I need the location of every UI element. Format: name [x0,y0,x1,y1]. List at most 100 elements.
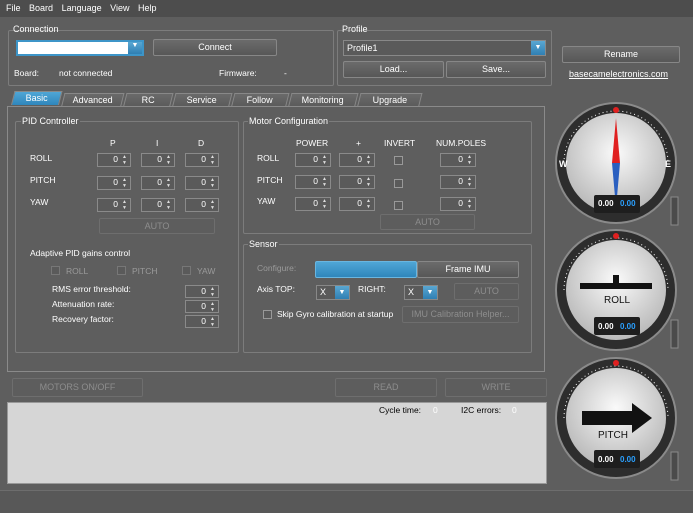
tab-service[interactable]: Service [172,93,233,107]
connect-button[interactable]: Connect [153,39,277,56]
spin-arrows-icon[interactable]: ▲ ▼ [465,198,474,210]
i2c-errors-label: I2C errors: [461,405,502,415]
spin-arrows-icon[interactable]: ▲ ▼ [208,154,217,166]
pid-auto-button[interactable]: AUTO [99,218,215,234]
menu-help[interactable]: Help [138,0,157,17]
website-link[interactable]: basecamelectronics.com [569,69,668,79]
axis-right-value: X [408,287,415,297]
spin-arrows-icon[interactable]: ▲ ▼ [320,154,329,166]
spin-arrows-icon[interactable]: ▲ ▼ [320,198,329,210]
pid-yaw-i[interactable]: 0 ▲ ▼ [141,198,175,212]
adaptive-roll-checkbox[interactable] [51,266,60,275]
rms-input[interactable]: 0 ▲ ▼ [185,285,219,298]
roll-value-2: 0.00 [620,322,636,331]
spin-arrows-icon[interactable]: ▲ ▼ [320,176,329,188]
spin-arrows-icon[interactable]: ▲ ▼ [208,301,217,312]
pid-yaw-p[interactable]: 0 ▲ ▼ [97,198,131,212]
motor-roll-poles[interactable]: 0 ▲ ▼ [440,153,476,167]
spin-arrows-icon[interactable]: ▲ ▼ [364,198,373,210]
motor-auto-button[interactable]: AUTO [380,214,475,230]
attenuation-input[interactable]: 0 ▲ ▼ [185,300,219,313]
rename-button[interactable]: Rename [562,46,680,63]
motor-pitch-plus[interactable]: 0 ▲ ▼ [339,175,375,189]
chevron-down-icon[interactable]: ▼ [335,286,349,299]
motor-row-label: PITCH [257,175,283,185]
recovery-label: Recovery factor: [52,314,114,324]
yaw-level-bar [670,196,679,226]
adaptive-pitch-label: PITCH [132,266,158,276]
recovery-input[interactable]: 0 ▲ ▼ [185,315,219,328]
pid-roll-p[interactable]: 0 ▲ ▼ [97,153,131,167]
spin-arrows-icon[interactable]: ▲ ▼ [164,154,173,166]
save-button[interactable]: Save... [446,61,546,78]
roll-label: ROLL [604,295,631,306]
motor-row-label: ROLL [257,153,280,163]
menu-file[interactable]: File [6,0,21,17]
pid-pitch-p[interactable]: 0 ▲ ▼ [97,176,131,190]
motor-col-plus: + [356,138,361,148]
motor-yaw-power[interactable]: 0 ▲ ▼ [295,197,331,211]
skip-gyro-checkbox[interactable] [263,310,272,319]
axis-top-select[interactable]: X ▼ [316,285,350,300]
spin-arrows-icon[interactable]: ▲ ▼ [208,199,217,211]
spin-arrows-icon[interactable]: ▲ ▼ [364,154,373,166]
tab-rc[interactable]: RC [123,93,174,107]
motor-pitch-invert-checkbox[interactable] [394,179,403,188]
motor-roll-invert-checkbox[interactable] [394,156,403,165]
motor-yaw-poles[interactable]: 0 ▲ ▼ [440,197,476,211]
yaw-value-1: 0.00 [598,199,614,208]
motor-roll-plus[interactable]: 0 ▲ ▼ [339,153,375,167]
spin-arrows-icon[interactable]: ▲ ▼ [164,177,173,189]
pid-roll-i[interactable]: 0 ▲ ▼ [141,153,175,167]
imu-calibration-helper-button[interactable]: IMU Calibration Helper... [402,306,519,323]
pid-roll-d[interactable]: 0 ▲ ▼ [185,153,219,167]
pid-pitch-d[interactable]: 0 ▲ ▼ [185,176,219,190]
motor-col-power: POWER [296,138,329,148]
menu-language[interactable]: Language [62,0,102,17]
spin-arrows-icon[interactable]: ▲ ▼ [208,177,217,189]
tab-advanced[interactable]: Advanced [61,93,125,107]
tab-monitoring[interactable]: Monitoring [288,93,359,107]
load-button[interactable]: Load... [343,61,444,78]
write-button[interactable]: WRITE [445,378,547,397]
status-bar [0,490,693,513]
menu-board[interactable]: Board [29,0,53,17]
spin-arrows-icon[interactable]: ▲ ▼ [364,176,373,188]
spin-arrows-icon[interactable]: ▲ ▼ [208,316,217,327]
adaptive-pitch-checkbox[interactable] [117,266,126,275]
main-imu-button[interactable] [315,261,417,278]
motor-yaw-invert-checkbox[interactable] [394,201,403,210]
read-button[interactable]: READ [335,378,437,397]
motor-yaw-plus[interactable]: 0 ▲ ▼ [339,197,375,211]
sensor-title: Sensor [248,239,279,249]
frame-imu-button[interactable]: Frame IMU [417,261,519,278]
motor-pitch-poles[interactable]: 0 ▲ ▼ [440,175,476,189]
menu-view[interactable]: View [110,0,129,17]
spin-arrows-icon[interactable]: ▲ ▼ [164,199,173,211]
profile-select[interactable]: Profile1 ▼ [343,40,546,56]
motor-roll-power[interactable]: 0 ▲ ▼ [295,153,331,167]
cycle-time-label: Cycle time: [379,405,422,415]
chevron-down-icon[interactable]: ▼ [128,42,142,54]
tab-basic[interactable]: Basic [11,91,63,105]
chevron-down-icon[interactable]: ▼ [531,41,545,55]
port-select[interactable]: ▼ [16,40,144,56]
motor-row-label: YAW [257,196,276,206]
axis-right-select[interactable]: X ▼ [404,285,438,300]
pitch-value-1: 0.00 [598,455,614,464]
tab-upgrade[interactable]: Upgrade [357,93,423,107]
pid-yaw-d[interactable]: 0 ▲ ▼ [185,198,219,212]
tab-follow[interactable]: Follow [231,93,290,107]
spin-arrows-icon[interactable]: ▲ ▼ [208,286,217,297]
motor-pitch-power[interactable]: 0 ▲ ▼ [295,175,331,189]
chevron-down-icon[interactable]: ▼ [423,286,437,299]
spin-arrows-icon[interactable]: ▲ ▼ [465,176,474,188]
spin-arrows-icon[interactable]: ▲ ▼ [120,177,129,189]
spin-arrows-icon[interactable]: ▲ ▼ [120,154,129,166]
spin-arrows-icon[interactable]: ▲ ▼ [120,199,129,211]
sensor-auto-button[interactable]: AUTO [454,283,519,300]
spin-arrows-icon[interactable]: ▲ ▼ [465,154,474,166]
motors-on-off-button[interactable]: MOTORS ON/OFF [12,378,143,397]
adaptive-yaw-checkbox[interactable] [182,266,191,275]
pid-pitch-i[interactable]: 0 ▲ ▼ [141,176,175,190]
